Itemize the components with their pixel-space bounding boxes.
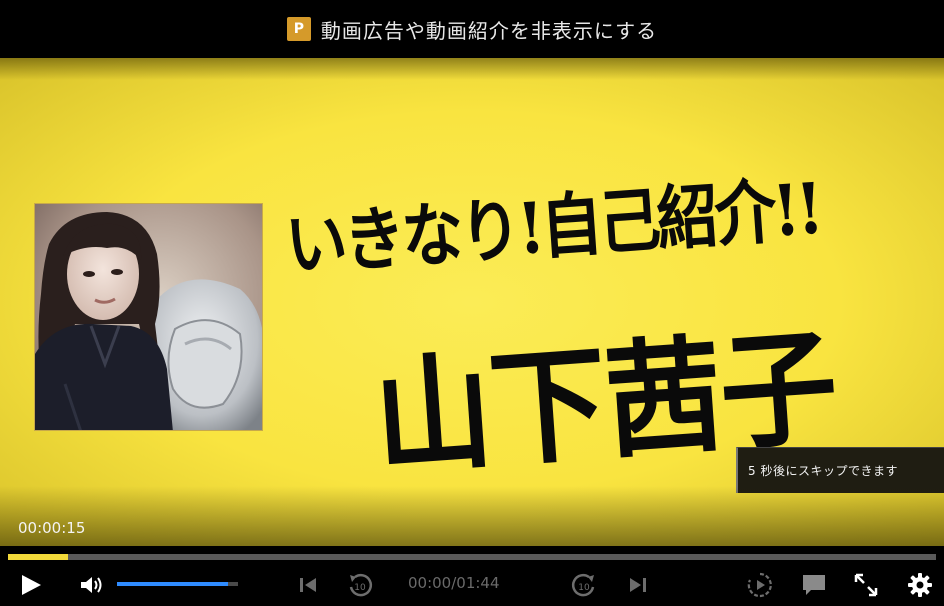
play-icon (22, 575, 41, 595)
profile-photo (34, 203, 263, 431)
comment-icon (803, 575, 825, 595)
settings-gear-icon (908, 573, 932, 597)
forward-10-button[interactable]: 10 (568, 570, 600, 600)
skip-previous-button[interactable] (294, 572, 322, 598)
settings-button[interactable] (904, 570, 936, 600)
mute-button[interactable] (76, 570, 108, 600)
rewind-10-icon: 10 (349, 573, 372, 597)
fullscreen-icon (854, 573, 878, 597)
elapsed-time-overlay: 00:00:15 (18, 519, 86, 537)
hide-video-ads-banner[interactable]: P 動画広告や動画紹介を非表示にする (0, 0, 944, 58)
skip-previous-icon (300, 578, 316, 592)
volume-icon (81, 577, 102, 593)
hide-ads-link[interactable]: 動画広告や動画紹介を非表示にする (321, 15, 657, 44)
playback-speed-icon (747, 572, 772, 598)
headline-intro-text: いきなり!自己紹介!! (282, 166, 823, 287)
skip-next-button[interactable] (624, 572, 652, 598)
forward-10-icon: 10 (572, 573, 595, 597)
svg-text:10: 10 (354, 583, 366, 593)
vignette-bottom (0, 486, 944, 546)
premium-badge-icon: P (286, 17, 311, 41)
playback-timecode: 00:00/01:44 (408, 574, 500, 592)
rewind-10-button[interactable]: 10 (344, 570, 376, 600)
play-button[interactable] (14, 570, 48, 600)
player-control-bar: 10 00:00/01:44 10 (0, 546, 944, 606)
fullscreen-button[interactable] (850, 570, 882, 600)
playback-speed-button[interactable] (744, 570, 776, 600)
video-player-area[interactable]: いきなり!自己紹介!! 山下茜子 5 秒後にスキップできます (0, 58, 944, 546)
vignette-top (0, 58, 944, 80)
comment-button[interactable] (798, 570, 830, 600)
volume-slider-level (117, 582, 229, 586)
seek-bar[interactable] (8, 554, 936, 560)
skip-next-icon (630, 578, 646, 592)
svg-text:10: 10 (578, 583, 590, 593)
volume-slider[interactable] (117, 582, 238, 586)
seek-bar-progress (8, 554, 69, 560)
